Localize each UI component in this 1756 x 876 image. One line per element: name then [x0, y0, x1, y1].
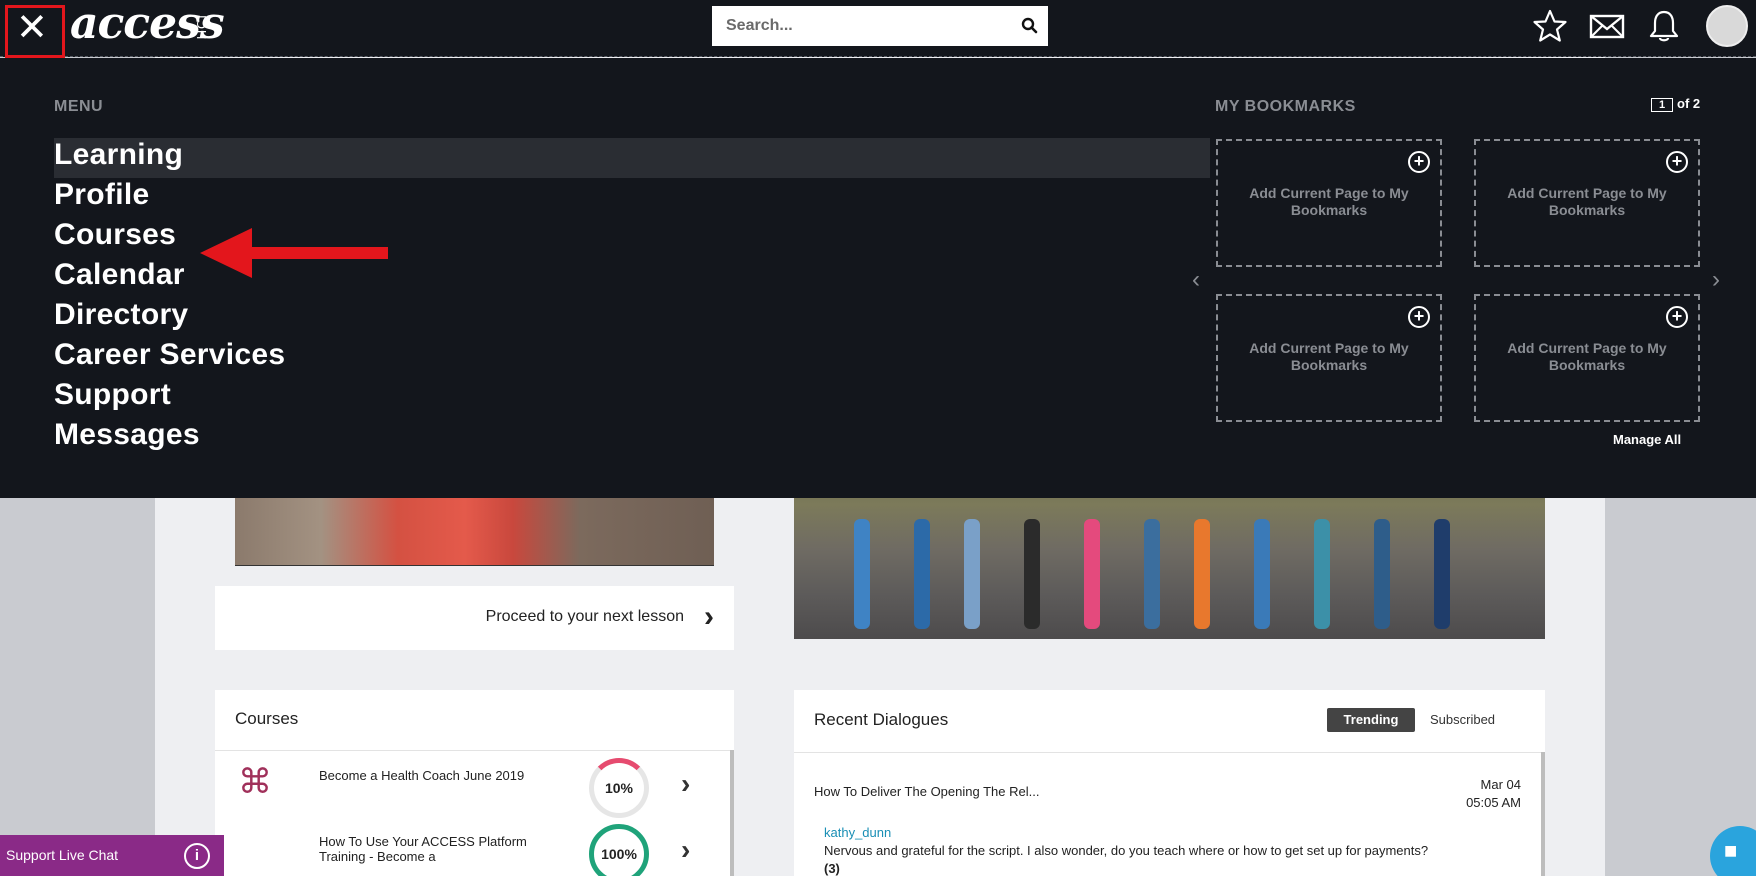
proceed-next-lesson-link[interactable]: Proceed to your next lesson	[486, 608, 684, 626]
dialogue-reply-count: (3)	[824, 861, 840, 876]
bookmark-slot[interactable]: + Add Current Page to My Bookmarks	[1216, 139, 1442, 267]
course-knot-icon: ⌘	[238, 763, 272, 801]
add-bookmark-icon[interactable]: +	[1666, 306, 1688, 328]
dialogue-message-text: Nervous and grateful for the script. I a…	[824, 843, 1429, 858]
close-menu-button[interactable]: ✕	[5, 5, 65, 58]
recent-dialogues-widget: Recent Dialogues Trending Subscribed How…	[794, 690, 1545, 876]
course-progress-value: 10%	[604, 780, 634, 796]
dialogue-message: Nervous and grateful for the script. I a…	[824, 842, 1504, 876]
menu-item-support[interactable]: Support	[54, 378, 171, 412]
dialogue-date: Mar 04	[1480, 777, 1521, 792]
bookmark-slot[interactable]: + Add Current Page to My Bookmarks	[1474, 139, 1700, 267]
add-bookmark-icon[interactable]: +	[1408, 151, 1430, 173]
star-icon[interactable]	[1532, 8, 1568, 44]
tab-trending[interactable]: Trending	[1327, 708, 1415, 732]
chevron-right-icon[interactable]: ›	[681, 834, 690, 866]
bookmarks-page-total: of 2	[1677, 96, 1701, 111]
support-live-chat-label: Support Live Chat	[6, 847, 119, 863]
chevron-right-icon[interactable]: ›	[704, 602, 714, 632]
course-progress-value: 100%	[601, 846, 637, 862]
courses-widget: Courses ⌘ Become a Health Coach June 201…	[215, 690, 734, 876]
bookmarks-heading: MY BOOKMARKS	[1215, 98, 1356, 115]
dialogue-timestamp: Mar 04 05:05 AM	[1466, 776, 1521, 812]
menu-item-calendar[interactable]: Calendar	[54, 258, 185, 292]
search-input[interactable]	[712, 6, 1012, 46]
dialogue-username-link[interactable]: kathy_dunn	[824, 825, 891, 840]
close-icon: ✕	[16, 7, 48, 49]
course-progress-ring: 100%	[589, 824, 649, 876]
search-bar	[712, 6, 1048, 46]
tab-subscribed[interactable]: Subscribed	[1430, 708, 1495, 732]
avatar[interactable]	[1706, 5, 1748, 47]
chevron-right-icon[interactable]: ›	[1712, 266, 1720, 294]
bookmark-slot[interactable]: + Add Current Page to My Bookmarks	[1474, 294, 1700, 422]
courses-widget-title: Courses	[235, 709, 299, 728]
menu-item-learning[interactable]: Learning	[54, 138, 183, 172]
menu-item-career-services[interactable]: Career Services	[54, 338, 285, 372]
bell-icon[interactable]	[1646, 8, 1682, 44]
menu-heading: MENU	[54, 98, 104, 115]
menu-item-directory[interactable]: Directory	[54, 298, 188, 332]
add-bookmark-icon[interactable]: +	[1666, 151, 1688, 173]
dialogues-widget-title: Recent Dialogues	[814, 710, 949, 729]
scrollbar[interactable]	[1541, 752, 1545, 876]
bookmark-slot-label: Add Current Page to My Bookmarks	[1249, 340, 1409, 373]
dialogue-topic-link[interactable]: How To Deliver The Opening The Rel...	[814, 784, 1039, 799]
chevron-left-icon[interactable]: ‹	[1192, 266, 1200, 294]
add-bookmark-icon[interactable]: +	[1408, 306, 1430, 328]
bookmark-slot-label: Add Current Page to My Bookmarks	[1249, 185, 1409, 218]
main-menu-overlay: MENU Learning Profile Courses Calendar D…	[0, 58, 1756, 498]
divider	[794, 752, 1545, 753]
scrollbar[interactable]	[730, 750, 734, 876]
support-live-chat-button[interactable]: Support Live Chat i	[0, 835, 224, 876]
menu-active-highlight	[54, 138, 1210, 178]
bookmark-slot-label: Add Current Page to My Bookmarks	[1507, 185, 1667, 218]
menu-item-courses[interactable]: Courses	[54, 218, 176, 252]
logo-sub-label: HCI	[194, 14, 209, 40]
bookmarks-page-current[interactable]: 1	[1651, 98, 1673, 112]
course-name[interactable]: Become a Health Coach June 2019	[319, 768, 539, 783]
course-row[interactable]: How To Use Your ACCESS Platform Training…	[215, 816, 734, 876]
mail-icon[interactable]	[1589, 8, 1625, 44]
dialogue-time: 05:05 AM	[1466, 795, 1521, 810]
search-icon[interactable]	[1020, 16, 1040, 36]
next-lesson-card[interactable]: Proceed to your next lesson ›	[215, 586, 734, 650]
bookmark-slot[interactable]: + Add Current Page to My Bookmarks	[1216, 294, 1442, 422]
bookmark-slot-label: Add Current Page to My Bookmarks	[1507, 340, 1667, 373]
menu-item-profile[interactable]: Profile	[54, 178, 149, 212]
headset-icon: i	[184, 843, 210, 869]
chevron-right-icon[interactable]: ›	[681, 768, 690, 800]
chat-bubble-icon[interactable]: ■	[1710, 826, 1756, 876]
menu-item-messages[interactable]: Messages	[54, 418, 200, 452]
top-navigation-bar: ✕ access HCI	[0, 0, 1756, 58]
red-arrow-annotation	[200, 228, 388, 278]
bookmarks-pager: 1 of 2	[1651, 96, 1700, 112]
manage-all-bookmarks-link[interactable]: Manage All	[1613, 432, 1681, 447]
course-row[interactable]: ⌘ Become a Health Coach June 2019 10% ›	[215, 750, 734, 820]
course-name[interactable]: How To Use Your ACCESS Platform Training…	[319, 834, 539, 864]
course-progress-ring: 10%	[589, 758, 649, 818]
